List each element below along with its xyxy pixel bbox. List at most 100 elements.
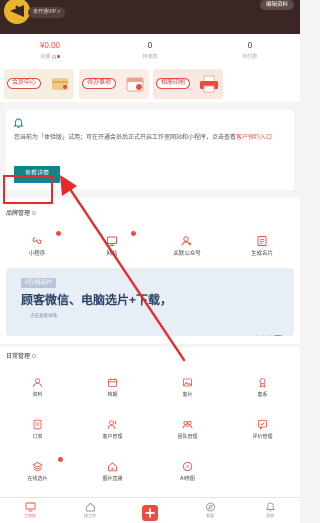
notice-text: 您当前为「体验版」试用；可在开通会员后正式开启工作室网站和小程序，点击查看	[14, 135, 237, 141]
daily-item-label: 套系	[257, 392, 268, 398]
schedule-icon	[108, 378, 117, 387]
feature-cards: 会员中心 待办事项 相册印刷	[0, 66, 300, 102]
banner-tag: #在线选片	[21, 278, 57, 288]
bell-icon	[13, 118, 24, 129]
package-icon	[259, 378, 266, 388]
printer-icon	[200, 75, 218, 93]
daily-item-schedule[interactable]: 档期	[75, 377, 150, 399]
stat-balance[interactable]: ¥0.00 余额	[0, 41, 100, 61]
online-select-icon	[32, 461, 43, 472]
daily-item-customer[interactable]: 客户管理	[75, 419, 150, 441]
workbench-icon	[25, 502, 35, 512]
business-card-icon	[257, 236, 267, 246]
card-todo[interactable]: 待办事项	[79, 69, 149, 99]
info-icon	[51, 54, 56, 59]
member-card-icon	[52, 78, 68, 90]
home-icon	[85, 502, 95, 512]
stat-payable-value: 0	[247, 41, 253, 50]
daily-item-profile[interactable]: 资料	[0, 377, 75, 399]
nav-label: 找工作	[84, 513, 96, 518]
account-stats: ¥0.00 余额 0 待收款 0 待付款	[0, 34, 300, 66]
photo-live-icon	[108, 462, 117, 472]
daily-item-online-select[interactable]: 在线选片	[0, 457, 75, 483]
daily-item-label: 订单	[32, 434, 43, 440]
stat-payable[interactable]: 0 待付款	[200, 41, 300, 61]
stat-balance-value: ¥0.00	[39, 41, 61, 50]
profile-icon	[33, 378, 42, 388]
customer-booking-link[interactable]: 客户预约入口	[236, 135, 272, 141]
customer-icon	[107, 420, 116, 430]
avatar[interactable]	[4, 0, 30, 24]
brand-item-website[interactable]: 网站	[82, 231, 142, 258]
nav-workbench[interactable]: 工作台	[10, 502, 50, 519]
brand-item-official-account[interactable]: 关联公众号	[157, 235, 217, 258]
svg-text:AI: AI	[186, 464, 190, 469]
official-account-icon	[182, 236, 192, 246]
order-icon	[33, 419, 42, 430]
daily-item-label: AI修图	[180, 476, 195, 482]
daily-item-client-photos[interactable]: 客片	[150, 377, 225, 399]
stat-payable-label: 待付款	[242, 54, 258, 60]
online-selection-banner[interactable]: #在线选片 顾客微信、电脑选片+下载， 点击查看详情	[6, 268, 294, 336]
daily-item-label: 资料	[32, 392, 43, 398]
card-member-center[interactable]: 会员中心	[4, 69, 74, 99]
brand-item-mini-program[interactable]: 小程序	[7, 231, 67, 258]
stat-receivable-value: 0	[147, 41, 153, 50]
stat-receivable[interactable]: 0 待收款	[100, 41, 200, 61]
daily-item-label: 在线选片	[27, 476, 48, 482]
add-icon	[145, 508, 155, 518]
brand-item-label: 小程序	[28, 251, 46, 257]
new-badge	[131, 231, 136, 236]
add-button[interactable]	[142, 505, 158, 521]
brand-item-label: 生成名片	[250, 251, 273, 257]
daily-management-title: 日常管理	[6, 354, 31, 360]
compass-icon	[205, 502, 215, 512]
nav-discover[interactable]: 发现	[190, 502, 230, 519]
edit-profile-button[interactable]: 编辑资料	[259, 0, 294, 10]
info-icon[interactable]	[32, 211, 37, 216]
bottom-navigation: 工作台 找工作 发现 消息	[0, 497, 300, 523]
nav-label: 消息	[266, 513, 274, 518]
brand-item-label: 关联公众号	[173, 251, 201, 257]
banner-subtitle: 点击查看详情	[30, 313, 57, 318]
new-badge	[58, 457, 63, 462]
client-photos-icon	[183, 378, 192, 387]
album-print-button[interactable]: 相册印刷	[156, 78, 191, 89]
daily-item-label: 团队管理	[177, 434, 198, 440]
carousel-indicator[interactable]	[256, 325, 285, 336]
nav-find-work[interactable]: 找工作	[70, 502, 110, 519]
daily-item-ai-retouch[interactable]: AI AI修图	[150, 461, 225, 483]
profile-header: 未开通VIP > 编辑资料	[0, 0, 300, 34]
daily-item-review[interactable]: 评价管理	[225, 419, 300, 441]
daily-item-photo-live[interactable]: 图片直播	[75, 461, 150, 483]
new-badge	[56, 231, 61, 236]
nav-messages[interactable]: 消息	[250, 502, 290, 519]
annotation-highlight-box	[3, 175, 53, 204]
calendar-icon	[126, 77, 144, 92]
member-center-button[interactable]: 会员中心	[7, 78, 42, 89]
brand-item-business-card[interactable]: 生成名片	[232, 235, 292, 258]
brand-management-title: 品牌管理	[6, 211, 31, 217]
red-dot-icon	[57, 55, 60, 58]
daily-management-section: 日常管理 资料 档期 客片 套系 订单 客户管理 团队管理 评价管理 在线选片 …	[0, 347, 300, 497]
daily-item-label: 图片直播	[102, 476, 123, 482]
banner-title: 顾客微信、电脑选片+下载，	[21, 293, 173, 307]
stat-receivable-label: 待收款	[142, 54, 158, 60]
daily-item-team[interactable]: 团队管理	[150, 419, 225, 441]
daily-item-label: 评价管理	[252, 434, 273, 440]
info-icon[interactable]	[32, 354, 37, 359]
ai-retouch-icon: AI	[182, 461, 193, 472]
website-icon	[107, 236, 117, 246]
nav-label: 发现	[206, 513, 214, 518]
daily-item-order[interactable]: 订单	[0, 419, 75, 441]
vip-status-pill[interactable]: 未开通VIP >	[28, 7, 66, 18]
daily-item-package[interactable]: 套系	[225, 377, 300, 399]
todo-button[interactable]: 待办事项	[82, 78, 117, 89]
daily-item-label: 客片	[182, 392, 193, 398]
stat-balance-label: 余额	[40, 54, 51, 60]
card-album-print[interactable]: 相册印刷	[153, 69, 223, 99]
mini-program-icon	[32, 237, 42, 244]
daily-item-label: 客户管理	[102, 434, 123, 440]
daily-item-label: 档期	[107, 392, 118, 398]
brand-management-section: 品牌管理 小程序 网站 关联公众号 生成名片 #在线选片 顾客微信、电脑选片+下…	[0, 198, 300, 344]
